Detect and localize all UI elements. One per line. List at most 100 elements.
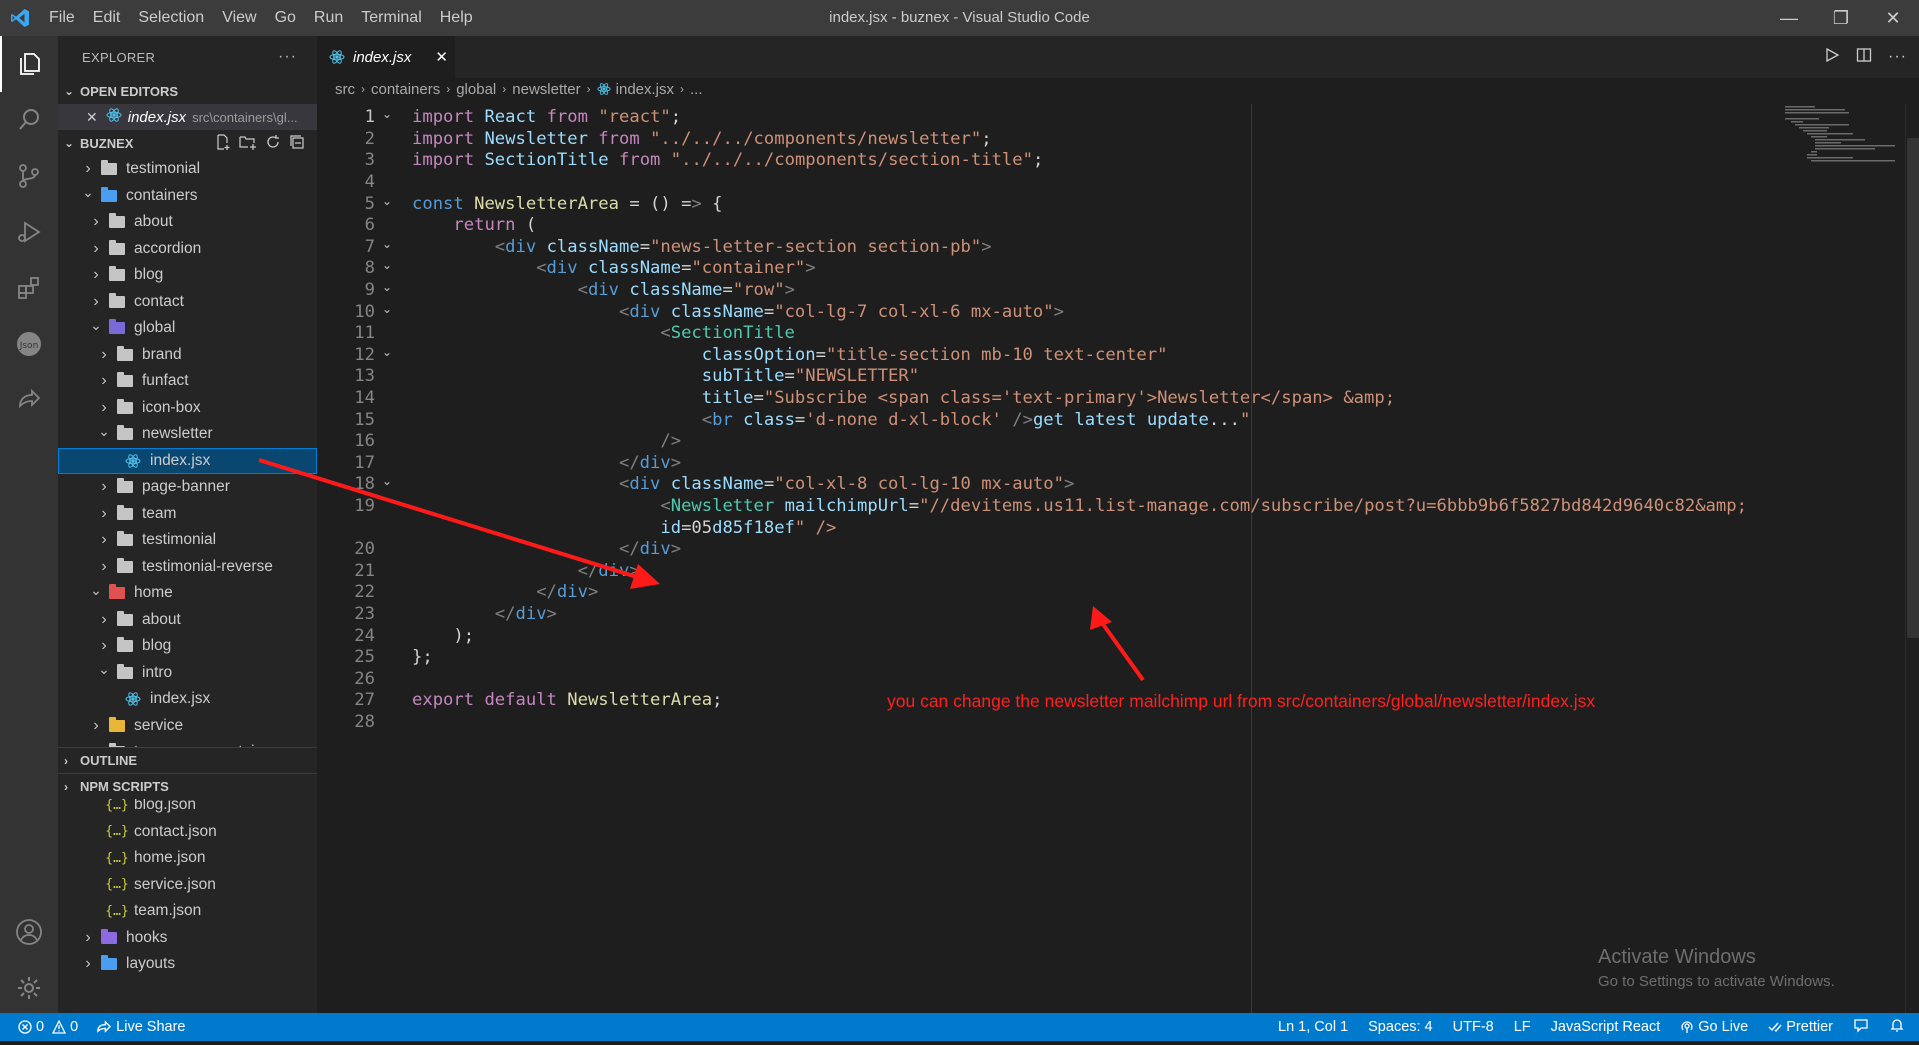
tree-folder[interactable]: ⌄ newsletter <box>58 421 317 448</box>
json-file-icon: {…} <box>105 877 129 893</box>
live-share-icon[interactable] <box>0 372 58 428</box>
tree-file[interactable]: {…} team.json <box>58 898 317 925</box>
menu-file[interactable]: File <box>40 0 84 36</box>
tree-folder[interactable]: › page-banner <box>58 474 317 501</box>
breadcrumb-item[interactable]: newsletter <box>512 81 580 98</box>
new-folder-icon[interactable] <box>239 134 257 153</box>
settings-gear-icon[interactable] <box>0 960 58 1016</box>
split-editor-icon[interactable] <box>1856 47 1872 68</box>
fold-chevron-icon[interactable]: ⌄ <box>375 237 399 251</box>
breadcrumb-item[interactable]: src <box>335 81 355 98</box>
close-tab-icon[interactable]: ✕ <box>435 48 448 66</box>
restore-button[interactable]: ❐ <box>1815 0 1867 36</box>
vertical-scrollbar[interactable] <box>1905 104 1919 1014</box>
refresh-icon[interactable] <box>265 134 281 153</box>
tree-folder[interactable]: › funfact <box>58 368 317 395</box>
line-number: 11 <box>354 323 375 344</box>
tree-folder[interactable]: › hooks <box>58 925 317 952</box>
problems-indicator[interactable]: 0 0 <box>18 1019 78 1035</box>
tree-folder[interactable]: ⌄ containers <box>58 183 317 210</box>
tab-index-jsx[interactable]: index.jsx ✕ <box>317 36 455 78</box>
end-of-line[interactable]: LF <box>1514 1019 1531 1035</box>
chevron-right-icon: › <box>85 160 91 178</box>
tree-folder[interactable]: › blog <box>58 262 317 289</box>
tree-folder[interactable]: › about <box>58 209 317 236</box>
fold-chevron-icon[interactable]: ⌄ <box>375 280 399 294</box>
new-file-icon[interactable] <box>215 133 231 153</box>
npm-scripts-section[interactable]: › NPM SCRIPTS <box>58 773 317 799</box>
tree-file[interactable]: index.jsx <box>58 447 317 474</box>
fold-chevron-icon[interactable]: ⌄ <box>375 258 399 272</box>
prettier-button[interactable]: Prettier <box>1768 1019 1833 1035</box>
tree-folder[interactable]: › service <box>58 713 317 740</box>
source-control-icon[interactable] <box>0 148 58 204</box>
extensions-icon[interactable] <box>0 260 58 316</box>
cursor-position[interactable]: Ln 1, Col 1 <box>1278 1019 1348 1035</box>
menu-view[interactable]: View <box>213 0 265 36</box>
menu-terminal[interactable]: Terminal <box>352 0 430 36</box>
tree-file[interactable]: index.jsx <box>58 686 317 713</box>
open-editors-section[interactable]: ⌄ OPEN EDITORS <box>58 78 317 104</box>
tree-folder[interactable]: ⌄ home <box>58 580 317 607</box>
breadcrumb-item[interactable]: containers <box>371 81 440 98</box>
tree-folder[interactable]: › brand <box>58 342 317 369</box>
scrollbar-thumb[interactable] <box>1907 138 1919 638</box>
tree-folder[interactable]: › testimonial <box>58 527 317 554</box>
explorer-icon[interactable] <box>0 36 58 92</box>
breadcrumb-item[interactable]: global <box>456 81 496 98</box>
tree-file[interactable]: {…} service.json <box>58 872 317 899</box>
tree-folder[interactable]: › team <box>58 501 317 528</box>
fold-chevron-icon[interactable]: ⌄ <box>375 194 399 208</box>
fold-chevron-icon[interactable]: ⌄ <box>375 107 399 121</box>
accounts-icon[interactable] <box>0 904 58 960</box>
json-icon[interactable]: Json <box>0 316 58 372</box>
tree-folder[interactable]: › about <box>58 607 317 634</box>
run-icon[interactable] <box>1824 47 1840 68</box>
language-mode[interactable]: JavaScript React <box>1551 1019 1661 1035</box>
minimap[interactable] <box>1785 104 1905 164</box>
tree-folder[interactable]: ⌄ intro <box>58 660 317 687</box>
menu-edit[interactable]: Edit <box>84 0 130 36</box>
project-section[interactable]: ⌄ BUZNEX <box>58 130 317 156</box>
code-line[interactable]: 3 import SectionTitle from "../../../comp… <box>317 147 1044 174</box>
tree-folder[interactable]: › accordion <box>58 236 317 263</box>
minimize-button[interactable]: — <box>1763 0 1815 36</box>
run-debug-icon[interactable] <box>0 204 58 260</box>
close-window-button[interactable]: ✕ <box>1867 0 1919 36</box>
indentation[interactable]: Spaces: 4 <box>1368 1019 1433 1035</box>
activity-bar: Json <box>0 36 58 1013</box>
ruler-line <box>1251 104 1252 1014</box>
collapse-all-icon[interactable] <box>289 134 305 153</box>
encoding[interactable]: UTF-8 <box>1453 1019 1494 1035</box>
tree-file[interactable]: {…} home.json <box>58 845 317 872</box>
open-editor-item[interactable]: ✕ index.jsx src\containers\gl... <box>58 104 317 130</box>
live-share-button[interactable]: Live Share <box>96 1019 185 1035</box>
tree-folder[interactable]: › testimonial <box>58 156 317 183</box>
more-actions-icon[interactable]: ··· <box>278 48 297 66</box>
tree-folder[interactable]: › contact <box>58 289 317 316</box>
close-icon[interactable]: ✕ <box>86 109 98 126</box>
tree-folder[interactable]: ⌄ global <box>58 315 317 342</box>
fold-chevron-icon[interactable]: ⌄ <box>375 474 399 488</box>
code-line[interactable]: 28 <box>317 709 412 736</box>
fold-chevron-icon[interactable]: ⌄ <box>375 302 399 316</box>
search-icon[interactable] <box>0 92 58 148</box>
go-live-button[interactable]: Go Live <box>1680 1019 1748 1035</box>
tree-folder[interactable]: › layouts <box>58 951 317 978</box>
menu-go[interactable]: Go <box>266 0 305 36</box>
fold-chevron-icon[interactable]: ⌄ <box>375 345 399 359</box>
breadcrumb-item[interactable]: index.jsx <box>616 81 674 98</box>
menu-selection[interactable]: Selection <box>129 0 213 36</box>
notifications-bell-icon[interactable] <box>1889 1017 1905 1037</box>
tree-folder[interactable]: › testimonial-reverse <box>58 554 317 581</box>
outline-section[interactable]: › OUTLINE <box>58 747 317 773</box>
breadcrumb-item[interactable]: ... <box>690 81 703 98</box>
menu-help[interactable]: Help <box>431 0 482 36</box>
more-actions-icon[interactable]: ··· <box>1888 48 1907 66</box>
tree-item-label: index.jsx <box>150 451 211 469</box>
tree-folder[interactable]: › blog <box>58 633 317 660</box>
menu-run[interactable]: Run <box>305 0 352 36</box>
feedback-icon[interactable] <box>1853 1017 1869 1037</box>
tree-file[interactable]: {…} contact.json <box>58 819 317 846</box>
tree-folder[interactable]: › icon-box <box>58 395 317 422</box>
